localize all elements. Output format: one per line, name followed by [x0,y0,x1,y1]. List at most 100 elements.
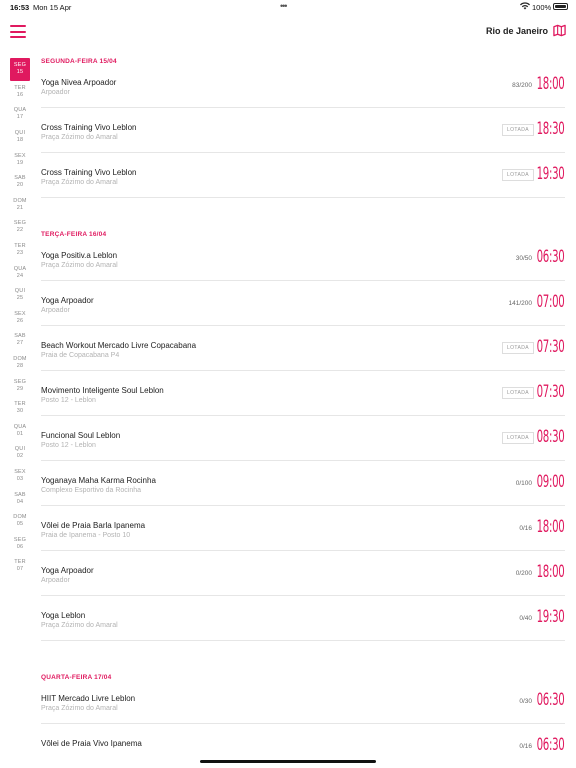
class-row[interactable]: Movimento Inteligente Soul Leblon Posto 1… [41,371,565,416]
status-date: Mon 15 Apr [33,3,72,12]
class-row[interactable]: Beach Workout Mercado Livre Copacabana Pr… [41,326,565,371]
full-badge: LOTADA [501,124,534,136]
class-time: 06:30 [536,735,564,755]
class-location: Praça Zózimo do Amaral [41,622,118,629]
date-rail-day: QUA [13,265,27,272]
date-rail-day: DOM [13,356,27,363]
hamburger-icon-bar [10,30,26,33]
date-rail-item[interactable]: SAB 27 [10,329,30,352]
city-selector[interactable]: Rio de Janeiro [486,24,566,37]
date-rail-number: 01 [16,430,24,437]
date-rail-number: 19 [16,159,24,166]
class-name: Beach Workout Mercado Livre Copacabana [41,341,197,350]
class-location: Praça Zózimo do Amaral [41,262,118,269]
date-rail-item[interactable]: DOM 21 [10,194,30,217]
date-rail-item[interactable]: TER 23 [10,239,30,262]
class-row[interactable]: HIIT Mercado Livre Leblon Praça Zózimo do… [41,679,565,724]
day-header: TERÇA-FEIRA 16/04 [41,231,107,238]
date-rail-number: 15 [16,69,24,76]
class-time: 19:30 [536,607,564,627]
date-rail-day: TER [14,559,26,566]
date-rail-item[interactable]: SEG 22 [10,216,30,239]
battery-icon [553,3,568,10]
hamburger-icon-bar [10,36,26,38]
date-rail-item[interactable]: SEX 19 [10,148,30,171]
date-rail-number: 07 [16,566,24,573]
date-rail-day: SEX [14,152,26,159]
capacity-count: 83/200 [512,82,532,89]
class-row[interactable]: Funcional Soul Leblon Posto 12 - Leblon LO… [41,416,565,461]
class-time: 19:30 [536,164,564,184]
date-rail-number: 16 [16,91,24,98]
date-rail-day: DOM [13,514,27,521]
date-rail-item[interactable]: QUI 25 [10,284,30,307]
wifi-icon [520,2,530,10]
class-row[interactable]: Yoga Leblon Praça Zózimo do Amaral 0/40 19:… [41,596,565,641]
date-rail-number: 25 [16,295,24,302]
class-name: Vôlei de Praia Barla Ipanema [41,521,146,530]
date-rail-item[interactable]: SEG 29 [10,374,30,397]
date-rail-number: 04 [16,498,24,505]
date-rail-number: 05 [16,521,24,528]
class-name: Movimento Inteligente Soul Leblon [41,386,164,395]
class-location: Posto 12 - Leblon [41,442,96,449]
date-rail-item[interactable]: TER 30 [10,397,30,420]
date-rail-day: QUA [13,107,27,114]
capacity-count: 0/16 [519,525,532,532]
date-rail-number: 03 [16,475,24,482]
date-rail-item[interactable]: QUI 02 [10,442,30,465]
date-rail-item[interactable]: QUA 01 [10,420,30,443]
class-row[interactable]: Cross Training Vivo Leblon Praça Zózimo d… [41,108,565,153]
class-row[interactable]: Yoga Arpoador Arpoador 141/200 07:00 [41,281,565,326]
date-rail-item[interactable]: SEG 15 [10,58,30,81]
date-rail-item[interactable]: SEX 26 [10,307,30,330]
date-rail-item[interactable]: DOM 28 [10,352,30,375]
hamburger-icon-bar [10,25,26,27]
multitasking-dots-icon[interactable]: ••• [280,1,288,11]
date-rail-item[interactable]: SAB 04 [10,487,30,510]
date-rail-day: QUI [14,446,26,453]
class-name: Yoga Positiv.a Leblon [41,251,118,260]
date-rail-day: SEX [14,468,26,475]
capacity-count: 0/40 [519,615,532,622]
home-indicator[interactable] [200,760,376,763]
class-location: Praia de Copacabana P4 [41,352,120,359]
class-name: Vôlei de Praia Vivo Ipanema [41,739,142,748]
class-row[interactable]: Yoga Arpoador Arpoador 0/200 18:00 [41,551,565,596]
date-rail-item[interactable]: TER 07 [10,555,30,578]
class-row[interactable]: Yoga Nivea Arpoador Arpoador 83/200 18:00 [41,63,565,108]
class-name: Yoga Arpoador [41,296,94,305]
map-icon [553,24,566,37]
date-rail-day: SEG [13,220,27,227]
date-rail-day: QUA [13,423,27,430]
date-rail-number: 06 [16,543,24,550]
class-time: 06:30 [536,247,564,267]
class-row[interactable]: Yoga Positiv.a Leblon Praça Zózimo do Ama… [41,236,565,281]
menu-button[interactable] [10,25,26,39]
date-rail-day: TER [14,401,26,408]
class-time: 18:00 [536,562,564,582]
class-row[interactable]: Yoganaya Maha Karma Rocinha Complexo Espo… [41,461,565,506]
class-row[interactable]: Vôlei de Praia Barla Ipanema Praia de Ipa… [41,506,565,551]
date-rail-item[interactable]: DOM 05 [10,510,30,533]
class-row[interactable]: Cross Training Vivo Leblon Praça Zózimo d… [41,153,565,198]
class-name: Funcional Soul Leblon [41,431,121,440]
date-rail-item[interactable]: SAB 20 [10,171,30,194]
date-rail-day: QUI [14,130,26,137]
date-rail-item[interactable]: SEX 03 [10,465,30,488]
date-rail-item[interactable]: QUA 24 [10,261,30,284]
day-header: SEGUNDA-FEIRA 15/04 [41,58,117,65]
class-location: Arpoador [41,89,70,96]
date-rail-day: SAB [14,175,26,182]
class-location: Posto 12 - Leblon [41,397,96,404]
date-rail-item[interactable]: SEG 06 [10,532,30,555]
date-rail-item[interactable]: QUI 18 [10,126,30,149]
class-time: 09:00 [536,472,564,492]
class-time: 06:30 [536,690,564,710]
date-rail-item[interactable]: QUA 17 [10,103,30,126]
battery-percent: 100% [532,3,552,12]
date-rail-day: SAB [14,333,26,340]
date-rail-number: 28 [16,363,24,370]
date-rail-number: 23 [16,250,24,257]
date-rail-item[interactable]: TER 16 [10,81,30,104]
